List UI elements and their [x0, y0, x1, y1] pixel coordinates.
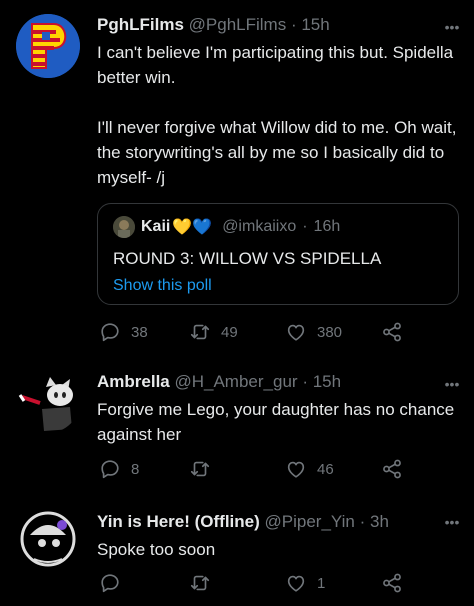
avatar[interactable] [16, 507, 80, 571]
retweet-button[interactable] [189, 571, 221, 595]
reply-button[interactable]: 38 [99, 320, 148, 344]
tweet-header: Yin is Here! (Offline) @Piper_Yin · 3h [97, 511, 460, 533]
heart-emojis: 💛💙 [172, 219, 213, 236]
like-count: 380 [317, 323, 343, 341]
reply-button[interactable]: 8 [99, 457, 139, 481]
quoted-handle: @imkaiixo [222, 218, 297, 235]
quoted-avatar [113, 216, 135, 238]
retweet-button[interactable] [189, 457, 221, 481]
tweet-actions: 1 [97, 571, 437, 595]
tweet-actions: 38 49 380 [97, 320, 437, 344]
tweet-text: Spoke too soon [97, 540, 216, 559]
share-icon [383, 459, 401, 479]
display-name[interactable]: PghLFilms [97, 15, 184, 34]
reply-icon [101, 574, 119, 593]
show-poll-link[interactable]: Show this poll [113, 277, 212, 295]
reply-icon [101, 460, 119, 479]
ambrella-avatar-art [16, 369, 80, 433]
more-options-icon[interactable]: ••• [444, 377, 460, 391]
tweet-ambrella[interactable]: Ambrella @H_Amber_gur · 15h Forgive me L… [0, 355, 474, 501]
heart-icon [287, 461, 305, 478]
more-options-icon[interactable]: ••• [444, 20, 460, 34]
like-count: 46 [317, 460, 334, 478]
like-count: 1 [317, 574, 326, 592]
share-button[interactable] [381, 320, 403, 344]
retweet-icon [190, 575, 210, 591]
tweet-actions: 8 46 [97, 457, 437, 481]
quoted-timestamp: 16h [313, 218, 341, 235]
separator-dot: · [359, 512, 366, 531]
share-button[interactable] [381, 457, 403, 481]
avatar[interactable] [16, 369, 80, 433]
reply-button[interactable] [99, 571, 131, 595]
timestamp[interactable]: 15h [301, 15, 329, 34]
like-button[interactable]: 46 [285, 457, 334, 481]
retweet-icon [190, 461, 210, 477]
more-options-icon[interactable]: ••• [444, 515, 460, 529]
like-button[interactable]: 1 [285, 571, 325, 595]
pghlfilms-logo [16, 14, 80, 78]
display-name[interactable]: Ambrella [97, 372, 170, 391]
like-button[interactable]: 380 [285, 320, 342, 344]
heart-icon [287, 575, 305, 592]
tweet-header: PghLFilms @PghLFilms · 15h [97, 14, 460, 36]
reply-icon [101, 323, 119, 342]
timestamp[interactable]: 15h [313, 372, 341, 391]
reply-count: 8 [131, 460, 140, 478]
timestamp[interactable]: 3h [370, 512, 389, 531]
retweet-count: 49 [221, 323, 238, 341]
separator-dot: · [302, 218, 308, 235]
retweet-button[interactable]: 49 [189, 320, 238, 344]
user-handle[interactable]: @H_Amber_gur [174, 372, 297, 391]
heart-icon [287, 324, 305, 341]
user-handle[interactable]: @PghLFilms [189, 15, 287, 34]
tweet-header: Ambrella @H_Amber_gur · 15h [97, 371, 460, 393]
separator-dot: · [302, 372, 308, 391]
quoted-tweet[interactable]: Kaii 💛💙 @imkaiixo · 16h ROUND 3: WILLOW … [97, 203, 459, 305]
tweet-yin[interactable]: Yin is Here! (Offline) @Piper_Yin · 3h S… [0, 501, 474, 606]
display-name[interactable]: Yin is Here! (Offline) [97, 512, 260, 531]
tweet-text: I can't believe I'm participating this b… [97, 43, 457, 187]
tweet-text: Forgive me Lego, your daughter has no ch… [97, 400, 459, 444]
share-icon [383, 322, 401, 342]
share-icon [383, 573, 401, 593]
retweet-icon [190, 324, 210, 340]
quoted-text: ROUND 3: WILLOW VS SPIDELLA [113, 249, 382, 268]
user-handle[interactable]: @Piper_Yin [265, 512, 355, 531]
quoted-display-name: Kaii [141, 218, 171, 235]
tweet-pghlfilms[interactable]: PghLFilms @PghLFilms · 15h I can't belie… [0, 0, 474, 355]
separator-dot: · [290, 15, 297, 34]
yin-avatar-art [16, 507, 80, 571]
avatar[interactable] [16, 14, 80, 78]
reply-count: 38 [131, 323, 148, 341]
share-button[interactable] [381, 571, 403, 595]
